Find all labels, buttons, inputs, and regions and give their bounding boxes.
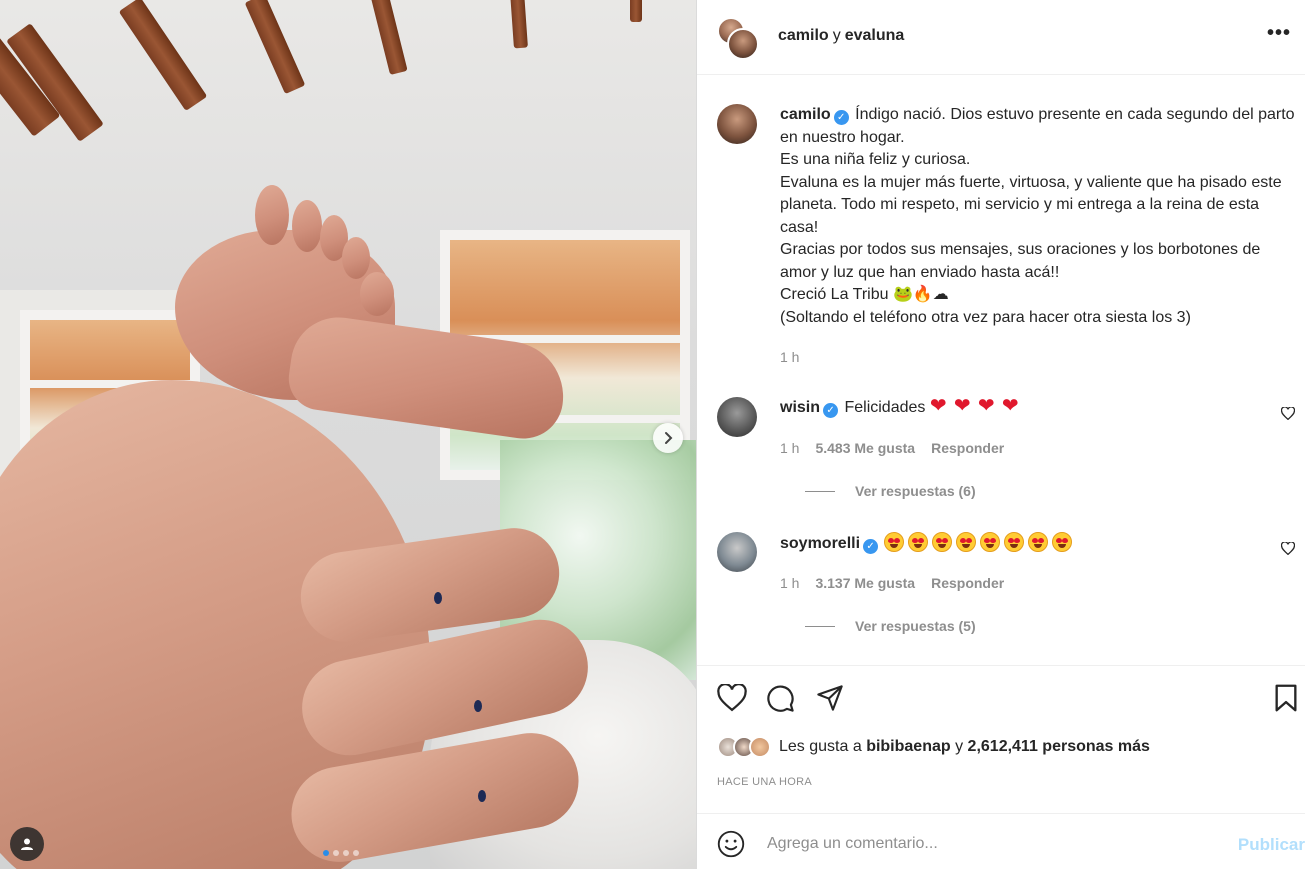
carousel-dot [323,850,329,856]
ceiling-beam [510,0,528,49]
view-replies-label[interactable]: Ver respuestas (5) [855,618,976,634]
avatar[interactable] [717,104,757,144]
comment-bubble-icon[interactable] [766,684,795,713]
nail-polish [478,790,486,802]
more-options-button[interactable]: ••• [1267,23,1291,43]
author-link[interactable]: evaluna [845,27,905,44]
comment-time[interactable]: 1 h [780,575,799,591]
carousel-indicator [323,850,359,856]
baby-toe [360,272,394,316]
carousel-dot [343,850,349,856]
emoji-smile-icon[interactable] [717,830,745,858]
collab-avatars[interactable] [717,17,759,60]
red-heart-emoji-icon [930,394,950,417]
comment-likes[interactable]: 5.483 Me gusta [815,440,915,456]
baby-toe [255,185,289,245]
verified-badge-icon: ✓ [863,539,879,554]
add-comment-form: Publicar [697,813,1305,869]
caption-meta: 1 h [780,349,799,365]
next-slide-button[interactable] [653,423,683,453]
nail-polish [474,700,482,712]
caption-username[interactable]: camilo [780,106,831,123]
post-timestamp[interactable]: HACE UNA HORA [717,776,812,788]
comment-emojis [930,394,1026,417]
likes-count[interactable]: 2,612,411 personas más [968,738,1150,755]
caption-time[interactable]: 1 h [780,349,799,365]
heart-eyes-emoji-icon [980,532,1001,552]
comment-emojis [884,532,1076,552]
baby-toe [292,200,322,252]
baby-toe [342,237,370,279]
divider [805,490,835,492]
carousel-dot [353,850,359,856]
avatar[interactable] [727,28,759,60]
view-replies-button[interactable]: Ver respuestas (6) [697,483,976,499]
ceiling-beam [630,0,642,22]
reply-button[interactable]: Responder [931,575,1004,591]
avatar[interactable] [717,397,757,437]
comment-text: Felicidades [844,399,926,416]
heart-icon[interactable] [1281,542,1295,555]
ceiling-beam [118,0,208,112]
avatar[interactable] [749,736,771,758]
verified-badge-icon: ✓ [833,110,849,125]
comment-input[interactable] [767,829,1217,859]
heart-eyes-emoji-icon [932,532,953,552]
nail-polish [434,592,442,604]
comment-username[interactable]: soymorelli [780,535,860,552]
comment-meta: 1 h 3.137 Me gusta Responder [780,575,1004,591]
comment-meta: 1 h 5.483 Me gusta Responder [780,440,1004,456]
likes-summary: Les gusta a bibibaenap y 2,612,411 perso… [717,736,1150,758]
ceiling-beam [370,0,408,75]
heart-eyes-emoji-icon [884,532,905,552]
heart-eyes-emoji-icon [1028,532,1049,552]
heart-icon[interactable] [1281,407,1295,420]
comments-list[interactable]: camilo ✓ Índigo nació. Dios estuvo presen… [697,75,1305,666]
red-heart-emoji-icon [954,394,974,417]
like-heart-icon[interactable] [717,684,747,712]
likes-joiner: y [955,738,964,755]
avatar[interactable] [717,532,757,572]
user-icon [21,838,33,850]
publish-button[interactable]: Publicar [1238,835,1305,855]
divider [805,625,835,627]
post-actions [717,684,1297,714]
caption-text: Índigo nació. Dios estuvo presente en ca… [780,106,1295,326]
post-header: camilo y evaluna ••• [697,0,1305,75]
red-heart-emoji-icon [1002,394,1022,417]
post-side-panel: camilo y evaluna ••• camilo ✓ Índigo nació.… [697,0,1305,869]
authors-joiner: y [832,27,841,44]
tagged-users-button[interactable] [10,827,44,861]
comment-time[interactable]: 1 h [780,440,799,456]
bookmark-icon[interactable] [1274,684,1298,712]
heart-eyes-emoji-icon [1004,532,1025,552]
reply-button[interactable]: Responder [931,440,1004,456]
comment-likes[interactable]: 3.137 Me gusta [815,575,915,591]
ceiling-beam [244,0,306,95]
liker-username[interactable]: bibibaenap [866,738,950,755]
share-send-icon[interactable] [816,684,844,712]
carousel-dot [333,850,339,856]
post-dialog: camilo y evaluna ••• camilo ✓ Índigo nació.… [0,0,1305,869]
red-heart-emoji-icon [978,394,998,417]
heart-eyes-emoji-icon [956,532,977,552]
heart-eyes-emoji-icon [1052,532,1073,552]
view-replies-label[interactable]: Ver respuestas (6) [855,483,976,499]
verified-badge-icon: ✓ [823,403,839,418]
heart-eyes-emoji-icon [908,532,929,552]
chevron-right-icon [665,432,673,444]
comment-username[interactable]: wisin [780,399,820,416]
author-link[interactable]: camilo [778,27,829,44]
post-authors: camilo y evaluna [778,27,904,45]
view-replies-button[interactable]: Ver respuestas (5) [697,618,976,634]
post-photo[interactable] [0,0,697,869]
likes-prefix: Les gusta a [779,738,862,755]
